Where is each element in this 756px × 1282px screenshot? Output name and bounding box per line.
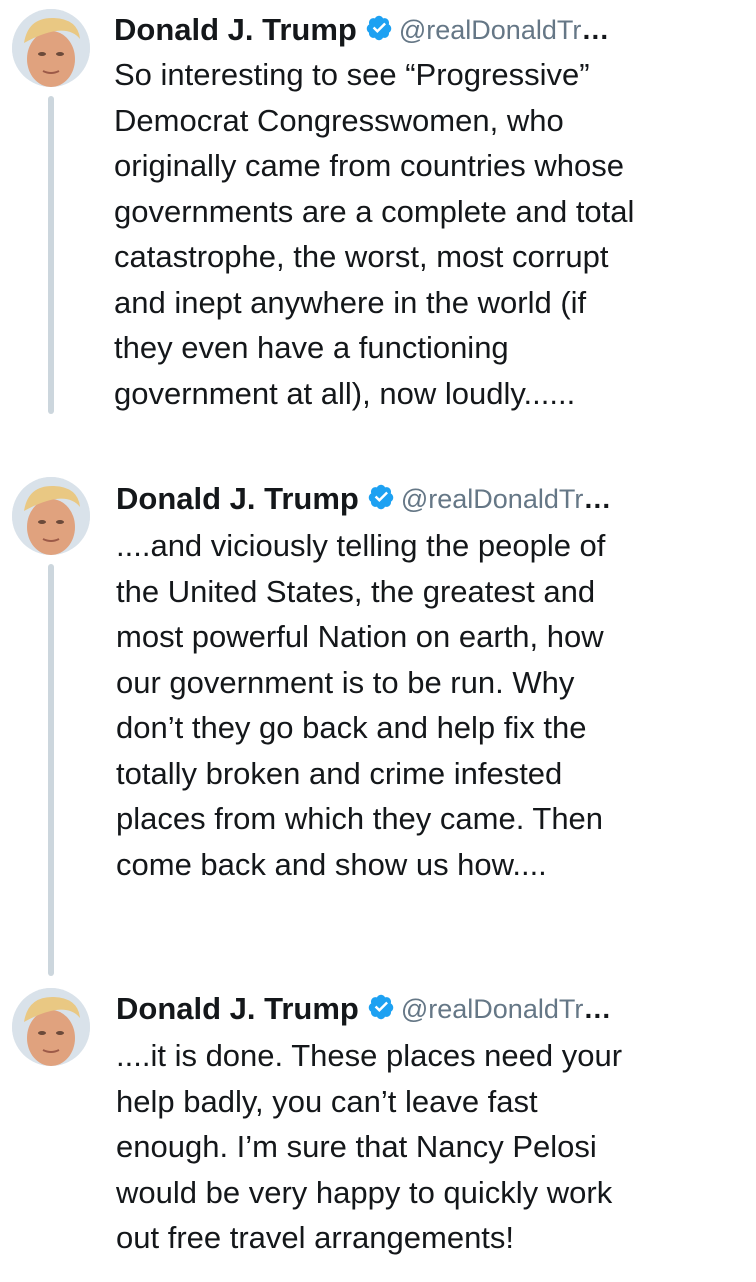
avatar-photo [12, 477, 90, 555]
tweet-header: Donald J. Trump @realDonaldTr… [116, 987, 611, 1031]
truncation-ellipsis: … [583, 993, 612, 1024]
tweet-header: Donald J. Trump @realDonaldTr… [116, 477, 611, 521]
author-name[interactable]: Donald J. Trump [114, 12, 357, 47]
tweet-text: ....and viciously telling the people of … [116, 528, 606, 882]
truncation-ellipsis: … [581, 14, 610, 45]
author-handle[interactable]: @realDonaldTr [399, 15, 581, 45]
thread-connector-line [48, 96, 54, 414]
avatar[interactable] [12, 477, 90, 555]
author-handle[interactable]: @realDonaldTr [401, 994, 583, 1024]
verified-badge-icon [368, 484, 394, 510]
author-name[interactable]: Donald J. Trump [116, 991, 359, 1026]
verified-badge-icon [366, 15, 392, 41]
tweet-header: Donald J. Trump @realDonaldTr… [114, 8, 609, 52]
truncation-ellipsis: … [583, 483, 612, 514]
avatar[interactable] [12, 988, 90, 1066]
avatar-photo [12, 988, 90, 1066]
tweet-text: So interesting to see “Progressive” Demo… [114, 57, 635, 411]
verified-badge-icon [368, 994, 394, 1020]
tweet-text: ....it is done. These places need your h… [116, 1038, 623, 1255]
thread-connector-line [48, 564, 54, 976]
author-handle[interactable]: @realDonaldTr [401, 484, 583, 514]
avatar-photo [12, 9, 90, 87]
author-name[interactable]: Donald J. Trump [116, 481, 359, 516]
avatar[interactable] [12, 9, 90, 87]
